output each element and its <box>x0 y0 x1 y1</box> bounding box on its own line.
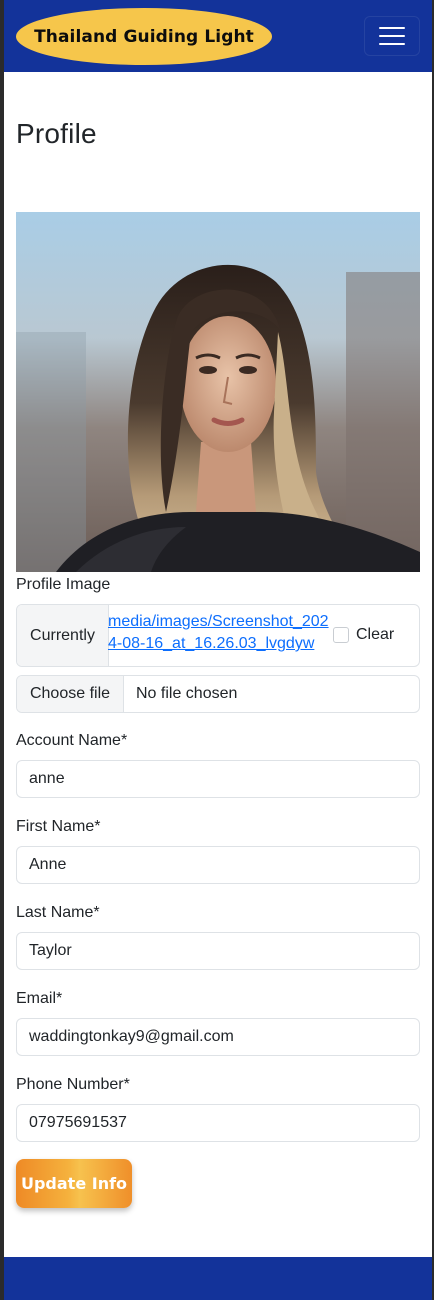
navbar-toggler-button[interactable] <box>364 16 420 56</box>
file-input[interactable]: Choose file No file chosen <box>16 675 420 713</box>
hamburger-menu-icon <box>379 35 405 37</box>
choose-file-button[interactable]: Choose file <box>17 676 124 712</box>
account-name-input[interactable]: anne <box>16 760 420 798</box>
last-name-label: Last Name* <box>16 904 100 921</box>
last-name-input[interactable]: Taylor <box>16 932 420 970</box>
first-name-label: First Name* <box>16 818 101 835</box>
clear-checkbox[interactable] <box>333 627 349 643</box>
phone-number-input[interactable]: 07975691537 <box>16 1104 420 1142</box>
navbar: Thailand Guiding Light <box>4 0 432 72</box>
first-name-input[interactable]: Anne <box>16 846 420 884</box>
page-title: Profile <box>16 118 97 149</box>
email-input[interactable]: waddingtonkay9@gmail.com <box>16 1018 420 1056</box>
hamburger-menu-icon <box>379 43 405 45</box>
clear-label: Clear <box>356 626 395 643</box>
file-status-text: No file chosen <box>136 685 238 702</box>
currently-label: Currently <box>17 605 109 666</box>
page-frame: Thailand Guiding Light Profile Profile I… <box>4 0 432 1300</box>
update-info-button[interactable]: Update Info <box>16 1159 132 1208</box>
brand-logo[interactable]: Thailand Guiding Light <box>16 8 272 65</box>
account-name-label: Account Name* <box>16 732 128 749</box>
phone-number-label: Phone Number* <box>16 1076 130 1093</box>
email-label: Email* <box>16 990 63 1007</box>
hamburger-menu-icon <box>379 27 405 29</box>
profile-photo <box>16 212 420 572</box>
profile-image-label: Profile Image <box>16 576 111 593</box>
footer <box>4 1257 432 1300</box>
current-image-link[interactable]: media/images/Screenshot_2024-08-16_at_16… <box>108 611 334 655</box>
